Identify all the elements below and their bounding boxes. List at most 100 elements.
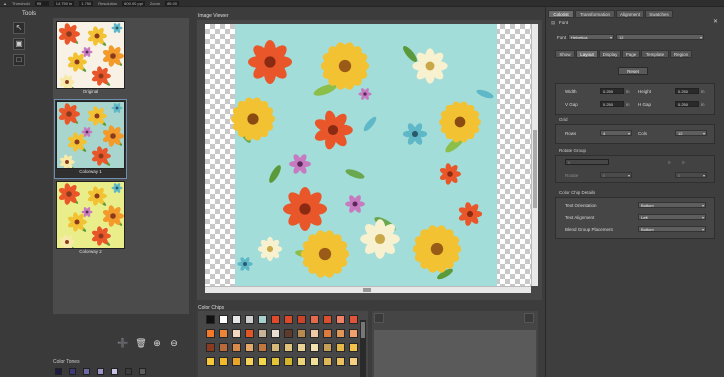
- scroll-thumb[interactable]: [363, 288, 371, 292]
- color-chip[interactable]: [258, 315, 267, 324]
- color-chip[interactable]: [206, 343, 215, 352]
- color-chips-scrollbar[interactable]: [360, 320, 366, 377]
- color-tone-swatch[interactable]: [69, 368, 76, 375]
- color-chip[interactable]: [284, 315, 293, 324]
- tab-colorist[interactable]: Colorist: [548, 10, 574, 18]
- color-chip[interactable]: [245, 343, 254, 352]
- color-chip[interactable]: [219, 357, 228, 366]
- color-chip[interactable]: [349, 329, 358, 338]
- height-field[interactable]: 0.250: [675, 88, 699, 94]
- rect-tool-button[interactable]: □: [13, 54, 25, 66]
- color-chip[interactable]: [219, 315, 228, 324]
- color-chip[interactable]: [323, 357, 332, 366]
- color-chip[interactable]: [245, 329, 254, 338]
- subtab-template[interactable]: Template: [641, 50, 669, 58]
- cols-dropdown[interactable]: 12: [675, 130, 707, 137]
- color-tone-swatch[interactable]: [55, 368, 62, 375]
- subtab-display[interactable]: Display: [599, 50, 621, 58]
- width-field[interactable]: 0.250: [600, 88, 624, 94]
- color-chip[interactable]: [271, 329, 280, 338]
- color-chip[interactable]: [310, 315, 319, 324]
- text-orientation-dropdown[interactable]: Bottom: [638, 202, 706, 209]
- color-chip[interactable]: [271, 343, 280, 352]
- panel-menu-icon[interactable]: ▤: [551, 20, 555, 26]
- color-chip[interactable]: [297, 343, 306, 352]
- chip-preview-right[interactable]: [524, 313, 534, 323]
- color-chip[interactable]: [219, 329, 228, 338]
- color-chip[interactable]: [206, 315, 215, 324]
- color-chip[interactable]: [232, 343, 241, 352]
- color-chip[interactable]: [323, 329, 332, 338]
- color-tone-swatch[interactable]: [125, 368, 132, 375]
- color-chip[interactable]: [310, 343, 319, 352]
- viewer-vertical-scrollbar[interactable]: [531, 24, 538, 286]
- color-tone-swatch[interactable]: [97, 368, 104, 375]
- color-tone-swatch[interactable]: [111, 368, 118, 375]
- blend-group-placement-dropdown[interactable]: Bottom: [638, 226, 706, 233]
- zoom-in-button[interactable]: ⊕: [151, 337, 163, 349]
- colorway-thumbnail[interactable]: Original: [55, 20, 126, 98]
- color-chip[interactable]: [258, 329, 267, 338]
- tab-swatches[interactable]: Swatches: [645, 10, 673, 18]
- color-chip[interactable]: [297, 357, 306, 366]
- subtab-region[interactable]: Region: [670, 50, 692, 58]
- colorway-thumbnail[interactable]: Colorway 2: [55, 180, 126, 258]
- color-chip[interactable]: [258, 357, 267, 366]
- rows-dropdown[interactable]: 4: [600, 130, 632, 137]
- color-tone-swatch[interactable]: [83, 368, 90, 375]
- color-chip[interactable]: [310, 357, 319, 366]
- rotate-dropdown-2[interactable]: 0: [675, 172, 707, 179]
- reset-button[interactable]: Reset: [618, 67, 648, 75]
- color-tone-swatch[interactable]: [139, 368, 146, 375]
- color-chip[interactable]: [349, 357, 358, 366]
- color-chip[interactable]: [219, 343, 228, 352]
- chip-preview-left[interactable]: [374, 313, 384, 323]
- font-family-dropdown[interactable]: Helvetica: [568, 34, 614, 41]
- viewer-horizontal-scrollbar[interactable]: [205, 286, 531, 293]
- color-chip[interactable]: [232, 315, 241, 324]
- color-chip[interactable]: [206, 357, 215, 366]
- topbar-field[interactable]: 600.00 ppi: [122, 0, 145, 6]
- vgap-field[interactable]: 0.250: [600, 101, 624, 107]
- color-chip[interactable]: [284, 357, 293, 366]
- color-chip[interactable]: [323, 343, 332, 352]
- color-chip[interactable]: [297, 315, 306, 324]
- close-icon[interactable]: ✕: [713, 18, 718, 25]
- subtab-show[interactable]: Show: [555, 50, 575, 58]
- color-chip[interactable]: [336, 357, 345, 366]
- topbar-field[interactable]: 85.00: [165, 0, 180, 6]
- topbar-field[interactable]: 1.750: [79, 0, 94, 6]
- color-chip[interactable]: [271, 315, 280, 324]
- rotate-dropdown[interactable]: 0: [600, 172, 632, 179]
- scroll-thumb[interactable]: [361, 322, 365, 338]
- hgap-field[interactable]: 0.250: [675, 101, 699, 107]
- subtab-page[interactable]: Page: [622, 50, 640, 58]
- tab-alignment[interactable]: Alignment: [616, 10, 644, 18]
- zoom-out-button[interactable]: ⊖: [168, 337, 180, 349]
- color-chip[interactable]: [349, 343, 358, 352]
- text-alignment-dropdown[interactable]: Left: [638, 214, 706, 221]
- color-chip[interactable]: [323, 315, 332, 324]
- delete-colorway-button[interactable]: 🗑: [135, 337, 147, 349]
- color-chip[interactable]: [245, 357, 254, 366]
- scroll-thumb[interactable]: [533, 130, 537, 208]
- frame-tool-button[interactable]: ▣: [13, 38, 25, 50]
- topbar-field[interactable]: 14.750 in: [53, 0, 75, 6]
- color-chip[interactable]: [336, 315, 345, 324]
- color-chip[interactable]: [310, 329, 319, 338]
- color-chip[interactable]: [284, 343, 293, 352]
- color-chip[interactable]: [232, 357, 241, 366]
- font-size-dropdown[interactable]: 12: [616, 34, 704, 41]
- color-chip[interactable]: [232, 329, 241, 338]
- color-chip[interactable]: [245, 315, 254, 324]
- pointer-tool-button[interactable]: ↖: [13, 22, 25, 34]
- image-canvas[interactable]: [205, 24, 531, 286]
- colorway-thumbnail[interactable]: Colorway 1: [54, 99, 127, 179]
- subtab-layout[interactable]: Layout: [576, 50, 598, 58]
- rotate-value-field[interactable]: 0: [565, 159, 609, 165]
- topbar-field[interactable]: 95: [34, 0, 49, 6]
- color-chip[interactable]: [349, 315, 358, 324]
- color-chip[interactable]: [336, 343, 345, 352]
- color-chip[interactable]: [284, 329, 293, 338]
- add-colorway-button[interactable]: ➕: [117, 337, 129, 349]
